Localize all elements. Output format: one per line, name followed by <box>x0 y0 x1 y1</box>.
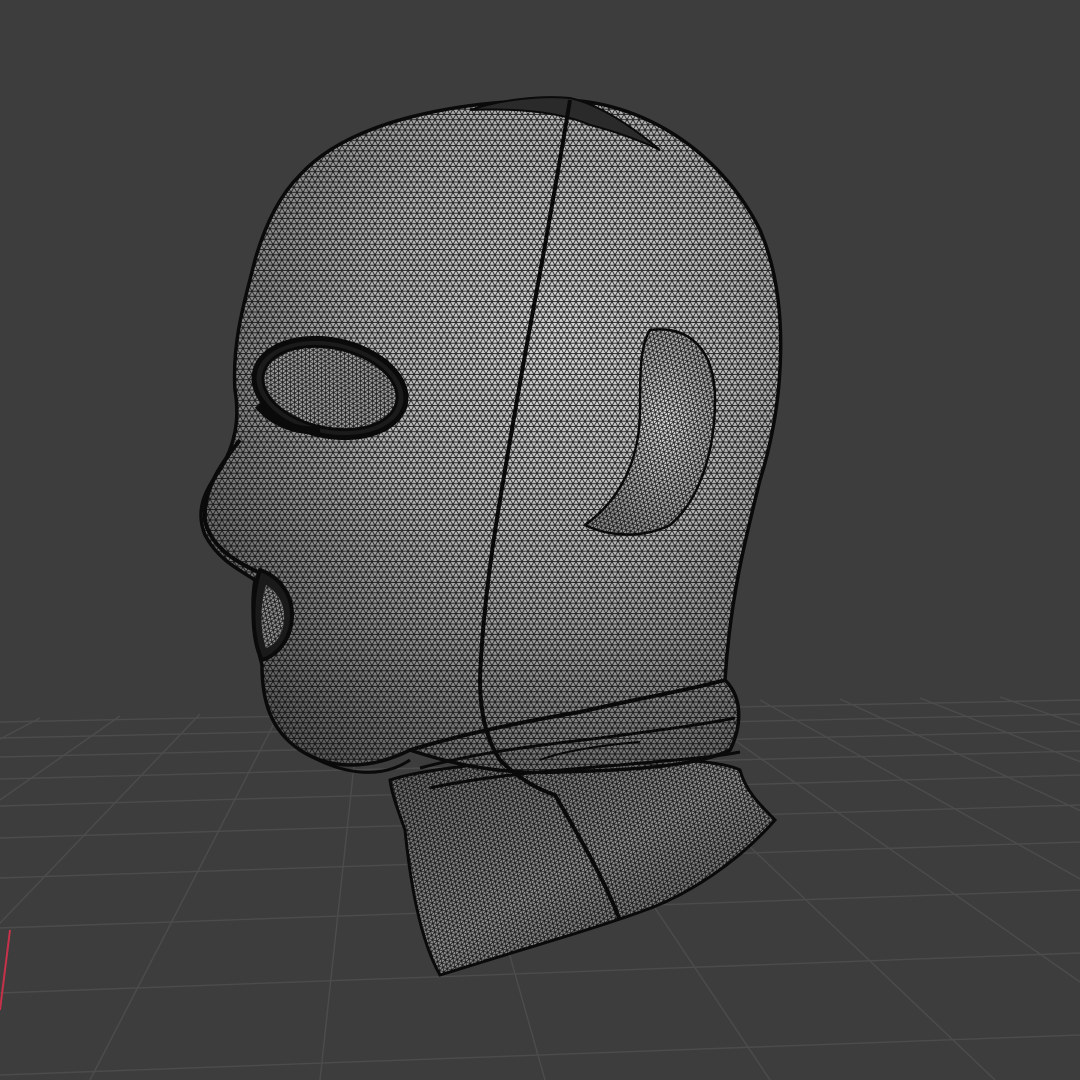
viewport-canvas[interactable] <box>0 0 1080 1080</box>
3d-viewport[interactable] <box>0 0 1080 1080</box>
